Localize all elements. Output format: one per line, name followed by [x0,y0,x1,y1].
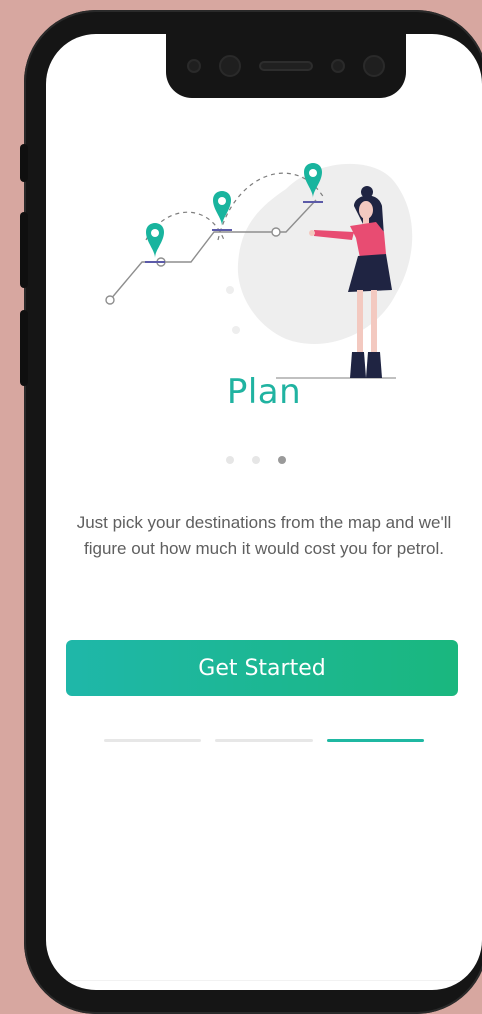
speaker-icon [259,61,313,71]
decor-dot [262,306,270,314]
app-screen: Plan Just pick your destinations from th… [46,34,482,990]
page-dot[interactable] [252,456,260,464]
page-dot[interactable] [226,456,234,464]
map-pin-icon [145,223,165,263]
progress-segment [215,739,313,742]
route-node [271,227,281,237]
progress-bar [104,739,424,743]
page-indicator [226,456,306,466]
camera-icon [219,55,241,77]
page-dot-active[interactable] [278,456,286,464]
decor-dot [232,326,240,334]
volume-up-button [20,212,28,288]
sensor-icon [187,59,201,73]
get-started-button[interactable]: Get Started [66,640,458,696]
sensor-icon [331,59,345,73]
plan-illustration [105,163,413,379]
onboarding-title: Plan [226,372,302,412]
volume-down-button [20,310,28,386]
background-blob [237,163,413,344]
phone-notch [166,34,406,98]
onboarding-description: Just pick your destinations from the map… [76,513,452,558]
progress-segment-active [326,739,424,742]
decor-dot [226,286,234,294]
home-indicator-area [46,980,482,981]
mute-switch [20,144,28,182]
route-node [105,295,115,305]
camera-icon [363,55,385,77]
progress-segment [104,739,202,742]
